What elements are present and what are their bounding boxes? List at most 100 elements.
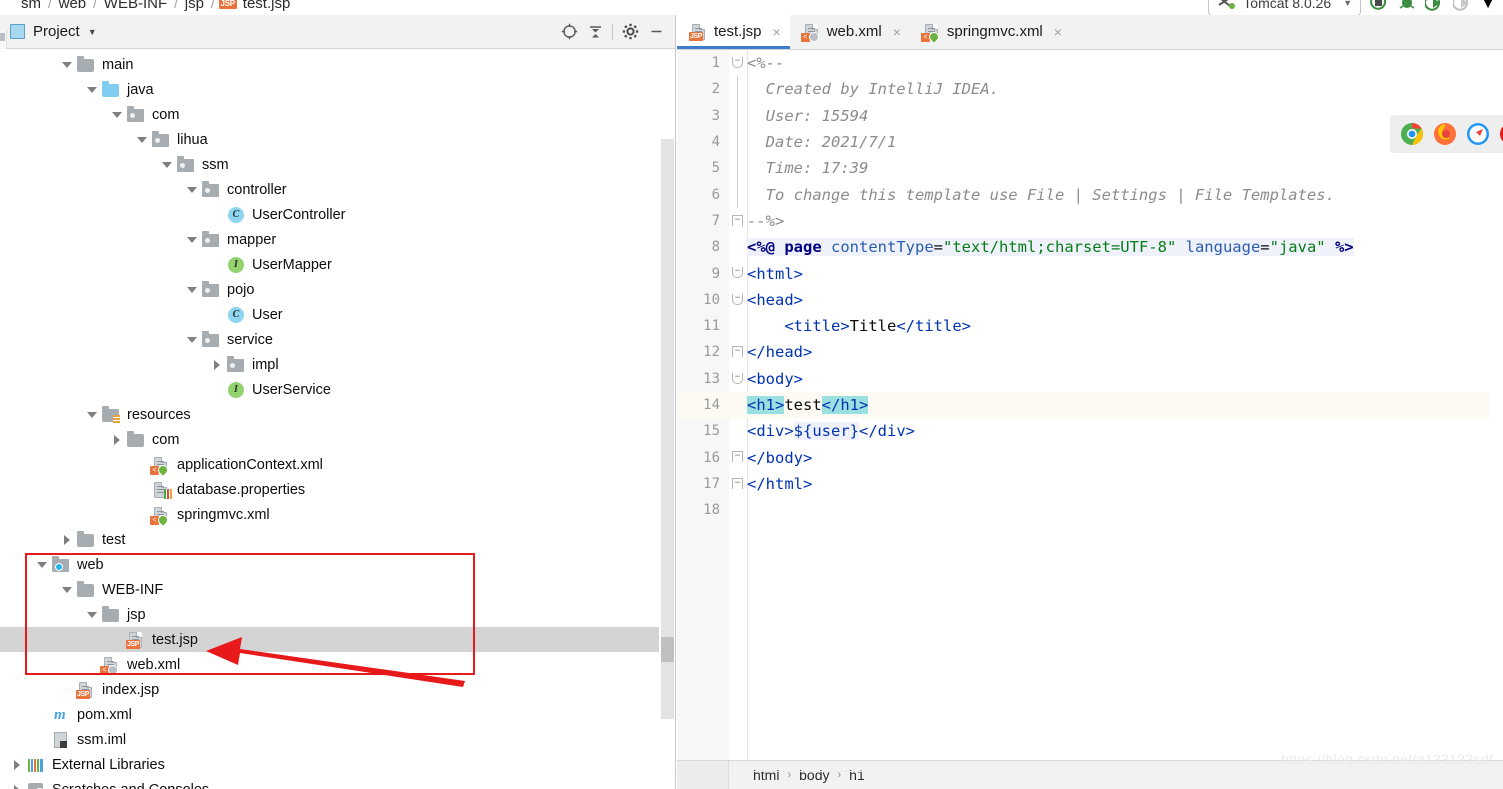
- tree-row[interactable]: ssm: [0, 152, 675, 177]
- tree-row[interactable]: main: [0, 52, 675, 77]
- tree-row[interactable]: WEB-INF: [0, 577, 675, 602]
- open-in-browser-popup[interactable]: [1390, 115, 1503, 153]
- tree-row[interactable]: mapper: [0, 227, 675, 252]
- close-icon[interactable]: ×: [893, 24, 901, 40]
- fold-handle[interactable]: −: [729, 287, 747, 313]
- tree-twisty-closed-icon[interactable]: [10, 777, 24, 789]
- tree-twisty-open-icon[interactable]: [85, 602, 99, 627]
- tree-row[interactable]: resources: [0, 402, 675, 427]
- tree-row[interactable]: < springmvc.xml: [0, 502, 675, 527]
- tree-row-selected[interactable]: JSP test.jsp: [0, 627, 675, 652]
- tree-row[interactable]: com: [0, 102, 675, 127]
- code-line-6[interactable]: 6 To change this template use File | Set…: [677, 181, 1503, 208]
- tree-twisty-open-icon[interactable]: [185, 277, 199, 302]
- code-line-2[interactable]: 2 Created by IntelliJ IDEA.: [677, 76, 1503, 103]
- status-breadcrumb-html[interactable]: html: [753, 767, 779, 783]
- code-line-11[interactable]: 11 <title>Title</title>: [677, 313, 1503, 339]
- tree-twisty-closed-icon[interactable]: [10, 752, 24, 777]
- tree-twisty-closed-icon[interactable]: [210, 352, 224, 377]
- tree-row[interactable]: test: [0, 527, 675, 552]
- tree-twisty-open-icon[interactable]: [135, 127, 149, 152]
- code-line-3[interactable]: 3 User: 15594: [677, 102, 1503, 129]
- gear-icon[interactable]: [617, 19, 643, 45]
- code-line-8[interactable]: 8 <%@ page contentType="text/html;charse…: [677, 234, 1503, 260]
- code-line-5[interactable]: 5 Time: 17:39: [677, 155, 1503, 182]
- code-line-18[interactable]: 18: [677, 497, 1503, 523]
- tree-twisty-open-icon[interactable]: [85, 402, 99, 427]
- tree-twisty-open-icon[interactable]: [60, 52, 74, 77]
- editor-scrollbar[interactable]: [1489, 50, 1503, 744]
- tree-row[interactable]: web: [0, 552, 675, 577]
- code-line-9[interactable]: 9 − <html>: [677, 260, 1503, 286]
- tree-twisty-closed-icon[interactable]: [110, 427, 124, 452]
- breadcrumb-item-3[interactable]: jsp: [185, 0, 204, 12]
- code-line-7[interactable]: 7 − --%>: [677, 208, 1503, 234]
- run-configuration-selector[interactable]: Tomcat 8.0.26 ▼: [1208, 0, 1362, 16]
- breadcrumb-item-0[interactable]: sm: [21, 0, 41, 12]
- tree-row[interactable]: ssm.iml: [0, 727, 675, 752]
- scrollbar-thumb-highlight[interactable]: [661, 637, 674, 662]
- chevron-down-icon[interactable]: ▼: [1343, 0, 1352, 8]
- tree-row[interactable]: < applicationContext.xml: [0, 452, 675, 477]
- breadcrumb-item-1[interactable]: web: [59, 0, 87, 12]
- code-line-15[interactable]: 15 <div>${user}</div>: [677, 418, 1503, 444]
- code-line-13[interactable]: 13 − <body>: [677, 366, 1503, 392]
- code-line-16[interactable]: 16 − </body>: [677, 444, 1503, 470]
- close-icon[interactable]: ×: [773, 24, 781, 40]
- tree-row[interactable]: C User: [0, 302, 675, 327]
- tree-twisty-open-icon[interactable]: [160, 152, 174, 177]
- status-breadcrumb-h1[interactable]: h1: [849, 767, 865, 783]
- tree-twisty-open-icon[interactable]: [185, 177, 199, 202]
- project-tree[interactable]: main java com lihua ssm controller C UserContro…: [0, 49, 675, 789]
- code-editor[interactable]: 1 − <%-- 2 Created by IntelliJ IDEA. 3 U…: [677, 50, 1503, 760]
- tree-twisty-open-icon[interactable]: [110, 102, 124, 127]
- breadcrumb-item-2[interactable]: WEB-INF: [104, 0, 167, 12]
- locate-icon[interactable]: [556, 19, 582, 45]
- code-line-10[interactable]: 10 − <head>: [677, 287, 1503, 313]
- chevron-down-icon[interactable]: ▼: [88, 27, 97, 37]
- run-icon[interactable]: [1369, 0, 1389, 13]
- firefox-icon[interactable]: [1433, 122, 1457, 146]
- code-line-4[interactable]: 4 Date: 2021/7/1: [677, 128, 1503, 156]
- more-actions-icon[interactable]: ▼: [1481, 0, 1495, 11]
- tree-twisty-open-icon[interactable]: [35, 552, 49, 577]
- tree-row[interactable]: < web.xml: [0, 652, 675, 677]
- tree-twisty-open-icon[interactable]: [185, 327, 199, 352]
- fold-handle[interactable]: −: [729, 339, 747, 365]
- safari-icon[interactable]: [1466, 122, 1490, 146]
- scrollbar-thumb[interactable]: [661, 139, 674, 719]
- run-with-coverage-icon[interactable]: [1425, 0, 1445, 13]
- fold-handle[interactable]: −: [729, 208, 747, 234]
- tree-row[interactable]: com: [0, 427, 675, 452]
- tree-row[interactable]: Scratches and Consoles: [0, 777, 675, 789]
- editor-tab-springmvc-xml[interactable]: < springmvc.xml ×: [910, 14, 1071, 49]
- code-line-17[interactable]: 17 − </html>: [677, 471, 1503, 497]
- tree-row[interactable]: database.properties: [0, 477, 675, 502]
- fold-handle[interactable]: −: [729, 50, 747, 76]
- tree-row[interactable]: C UserController: [0, 202, 675, 227]
- fold-handle[interactable]: −: [729, 471, 747, 497]
- tree-row[interactable]: External Libraries: [0, 752, 675, 777]
- tree-row[interactable]: lihua: [0, 127, 675, 152]
- profile-icon[interactable]: [1453, 0, 1473, 13]
- editor-tab-web-xml[interactable]: < web.xml ×: [790, 14, 910, 49]
- debug-icon[interactable]: [1397, 0, 1417, 13]
- tree-twisty-open-icon[interactable]: [60, 577, 74, 602]
- tree-row[interactable]: impl: [0, 352, 675, 377]
- close-icon[interactable]: ×: [1054, 24, 1062, 40]
- code-line-1[interactable]: 1 − <%--: [677, 50, 1503, 76]
- minimize-icon[interactable]: [643, 19, 669, 45]
- tree-twisty-closed-icon[interactable]: [60, 527, 74, 552]
- collapse-all-icon[interactable]: [582, 19, 608, 45]
- tree-twisty-open-icon[interactable]: [185, 227, 199, 252]
- intention-bulb-icon[interactable]: [756, 371, 767, 384]
- tree-twisty-open-icon[interactable]: [85, 77, 99, 102]
- tree-row[interactable]: m pom.xml: [0, 702, 675, 727]
- tree-row[interactable]: pojo: [0, 277, 675, 302]
- tree-row[interactable]: controller: [0, 177, 675, 202]
- tree-row[interactable]: I UserMapper: [0, 252, 675, 277]
- editor-tab-test-jsp[interactable]: JSP test.jsp ×: [677, 14, 790, 49]
- fold-handle[interactable]: −: [729, 366, 747, 392]
- tree-row[interactable]: java: [0, 77, 675, 102]
- fold-handle[interactable]: −: [729, 260, 747, 286]
